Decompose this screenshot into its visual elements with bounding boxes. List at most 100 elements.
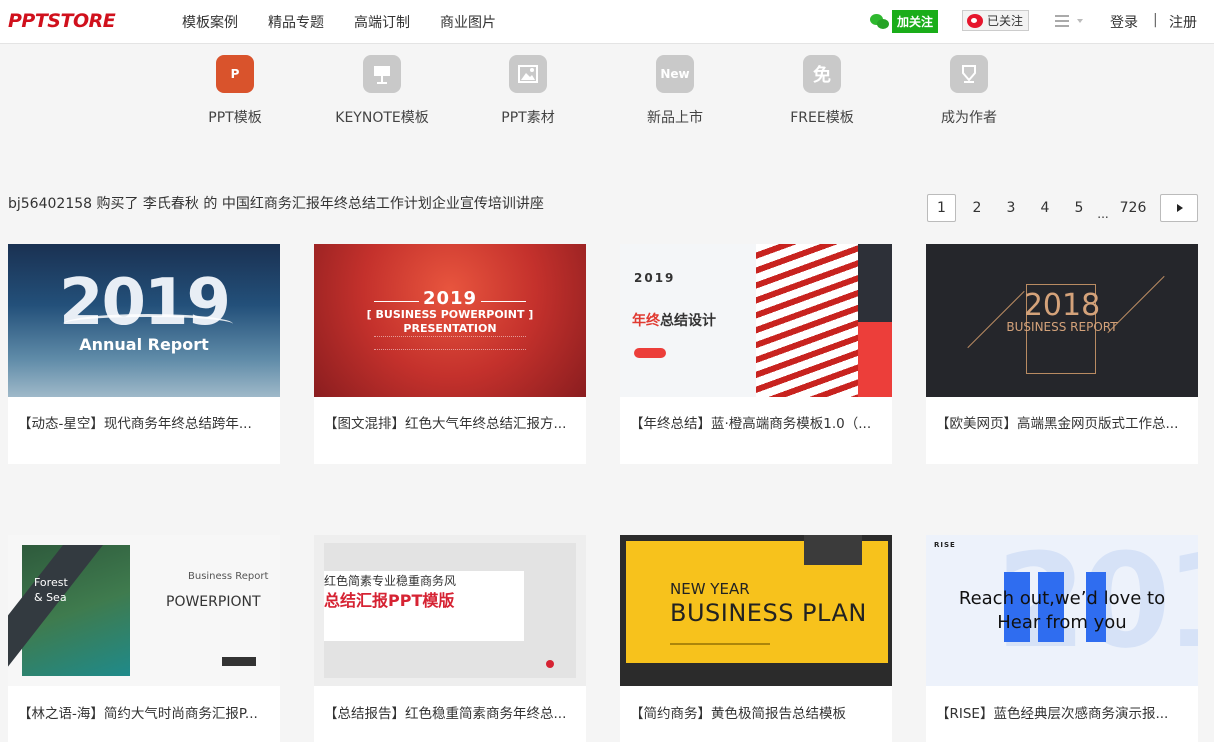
- page-2[interactable]: 2: [971, 194, 983, 222]
- ppt-icon: P: [216, 55, 254, 93]
- thumb-swoosh: [63, 314, 233, 334]
- template-card[interactable]: 2019 年终总结设计 【年终总结】蓝·橙高端商务模板1.0（...: [620, 244, 892, 464]
- card-thumbnail[interactable]: 2019 年终总结设计: [620, 244, 892, 397]
- card-title[interactable]: 【总结报告】红色稳重简素商务年终总...: [324, 702, 576, 722]
- weibo-icon: [967, 13, 983, 28]
- category-keynote[interactable]: KEYNOTE模板: [334, 55, 430, 127]
- card-thumbnail[interactable]: 2019 [ BUSINESS POWERPOINT ] PRESENTATIO…: [314, 244, 586, 397]
- card-title[interactable]: 【林之语-海】简约大气时尚商务汇报P...: [18, 702, 270, 722]
- thumb-heading-red: 年终: [632, 313, 660, 329]
- weibo-follow[interactable]: 已关注: [962, 10, 1030, 31]
- next-page-button[interactable]: [1160, 194, 1198, 222]
- category-label: 成为作者: [941, 110, 997, 126]
- card-thumbnail[interactable]: Forest & Sea Business Report POWERPIONT: [8, 535, 280, 686]
- main-nav: 模板案例 精品专题 高端订制 商业图片: [182, 12, 526, 32]
- thumb-heading: POWERPIONT: [166, 594, 261, 610]
- thumb-subtitle: Annual Report: [79, 335, 209, 354]
- category-label: PPT素材: [501, 110, 555, 126]
- thumb-subtitle: Business Report: [188, 571, 269, 582]
- page-last[interactable]: 726: [1119, 194, 1147, 222]
- nav-custom[interactable]: 高端订制: [354, 12, 410, 32]
- card-thumbnail[interactable]: 2019 RISE Reach out,we’d love to Hear fr…: [926, 535, 1198, 686]
- thumb-pill: [634, 348, 666, 358]
- template-card[interactable]: 2019 [ BUSINESS POWERPOINT ] PRESENTATIO…: [314, 244, 586, 464]
- card-thumbnail[interactable]: 2019 Annual Report: [8, 244, 280, 397]
- login-link[interactable]: 登录: [1110, 12, 1138, 32]
- free-icon: 免: [803, 55, 841, 93]
- pen-icon: [950, 55, 988, 93]
- thumb-year: 2019: [634, 271, 676, 285]
- template-card[interactable]: 红色简素专业稳重商务风 总结汇报PPT模版 【总结报告】红色稳重简素商务年终总.…: [314, 535, 586, 742]
- header-separator: |: [1153, 12, 1158, 28]
- wechat-icon: [870, 13, 890, 31]
- page-1[interactable]: 1: [927, 194, 956, 222]
- thumb-line1: Reach out,we’d love to: [958, 588, 1166, 609]
- category-free[interactable]: 免 FREE模板: [777, 55, 867, 127]
- category-new[interactable]: New 新品上市: [630, 55, 720, 127]
- keynote-icon: [363, 55, 401, 93]
- thumb-line1: [ BUSINESS POWERPOINT ]: [366, 308, 534, 321]
- thumb-heading: BUSINESS PLAN: [670, 599, 867, 627]
- template-card[interactable]: Forest & Sea Business Report POWERPIONT …: [8, 535, 280, 742]
- category-ppt[interactable]: P PPT模板: [190, 55, 280, 127]
- page-4[interactable]: 4: [1039, 194, 1051, 222]
- register-link[interactable]: 注册: [1169, 12, 1197, 32]
- top-header: PPTSTORE 模板案例 精品专题 高端订制 商业图片 加关注 已关注 登录 …: [0, 0, 1214, 44]
- thumb-line1: NEW YEAR: [670, 580, 750, 598]
- category-label: PPT模板: [208, 110, 262, 126]
- thumb-underline: [670, 643, 770, 645]
- card-title[interactable]: 【简约商务】黄色极简报告总结模板: [630, 702, 882, 722]
- wechat-follow-button[interactable]: 加关注: [892, 10, 939, 33]
- thumb-tag: [804, 535, 862, 565]
- category-label: KEYNOTE模板: [335, 110, 429, 126]
- weibo-followed-label: 已关注: [987, 14, 1024, 28]
- chevron-down-icon: [1077, 19, 1083, 23]
- category-label: FREE模板: [790, 110, 854, 126]
- template-card[interactable]: 2019 Annual Report 【动态-星空】现代商务年终总结跨年...: [8, 244, 280, 464]
- card-title[interactable]: 【动态-星空】现代商务年终总结跨年...: [18, 412, 270, 432]
- thumb-dark-band: [858, 244, 892, 322]
- card-thumbnail[interactable]: NEW YEAR BUSINESS PLAN: [620, 535, 892, 686]
- thumb-line2: & Sea: [34, 591, 67, 604]
- category-material[interactable]: PPT素材: [483, 55, 573, 127]
- thumb-red-band: [858, 322, 892, 397]
- thumb-logo: [546, 660, 554, 668]
- card-thumbnail[interactable]: 红色简素专业稳重商务风 总结汇报PPT模版: [314, 535, 586, 686]
- thumb-line2: PRESENTATION: [403, 322, 497, 335]
- card-thumbnail[interactable]: 2018 BUSINESS REPORT: [926, 244, 1198, 397]
- category-label: 新品上市: [647, 110, 703, 126]
- thumb-button: [222, 657, 256, 666]
- new-icon: New: [656, 55, 694, 93]
- thumb-message: Reach out,we’d love to Hear from you: [926, 587, 1198, 635]
- category-author[interactable]: 成为作者: [924, 55, 1014, 127]
- list-menu-icon[interactable]: [1055, 14, 1085, 28]
- page-5[interactable]: 5: [1073, 194, 1085, 222]
- thumb-year: 2018: [1023, 288, 1101, 323]
- wechat-follow[interactable]: 加关注: [870, 10, 939, 33]
- nav-images[interactable]: 商业图片: [440, 12, 496, 32]
- image-icon: [509, 55, 547, 93]
- card-title[interactable]: 【RISE】蓝色经典层次感商务演示报...: [936, 702, 1188, 722]
- card-title[interactable]: 【图文混排】红色大气年终总结汇报方...: [324, 412, 576, 432]
- card-title[interactable]: 【欧美网页】高端黑金网页版式工作总...: [936, 412, 1188, 432]
- thumb-brand: RISE: [934, 541, 956, 549]
- thumb-title: Forest & Sea: [34, 575, 68, 605]
- thumb-heading: 年终总结设计: [632, 310, 716, 330]
- purchase-notice: bj56402158 购买了 李氏春秋 的 中国红商务汇报年终总结工作计划企业宣…: [8, 196, 544, 212]
- template-card[interactable]: NEW YEAR BUSINESS PLAN 【简约商务】黄色极简报告总结模板: [620, 535, 892, 742]
- thumb-line2: 总结汇报PPT模版: [324, 591, 455, 610]
- thumb-line1: Forest: [34, 576, 68, 589]
- card-title[interactable]: 【年终总结】蓝·橙高端商务模板1.0（...: [630, 412, 882, 432]
- nav-templates[interactable]: 模板案例: [182, 12, 238, 32]
- thumb-heading-rest: 总结设计: [660, 313, 716, 329]
- page-ellipsis: ...: [1097, 207, 1109, 221]
- template-card[interactable]: 2018 BUSINESS REPORT 【欧美网页】高端黑金网页版式工作总..…: [926, 244, 1198, 464]
- site-logo[interactable]: PPTSTORE: [8, 10, 116, 32]
- thumb-subtitle: BUSINESS REPORT: [1006, 320, 1118, 334]
- nav-topics[interactable]: 精品专题: [268, 12, 324, 32]
- template-card[interactable]: 2019 RISE Reach out,we’d love to Hear fr…: [926, 535, 1198, 742]
- page-3[interactable]: 3: [1005, 194, 1017, 222]
- thumb-line2: Hear from you: [997, 612, 1127, 633]
- thumb-heading: [ BUSINESS POWERPOINT ] PRESENTATION: [314, 308, 586, 336]
- thumb-year: 2019: [422, 288, 478, 309]
